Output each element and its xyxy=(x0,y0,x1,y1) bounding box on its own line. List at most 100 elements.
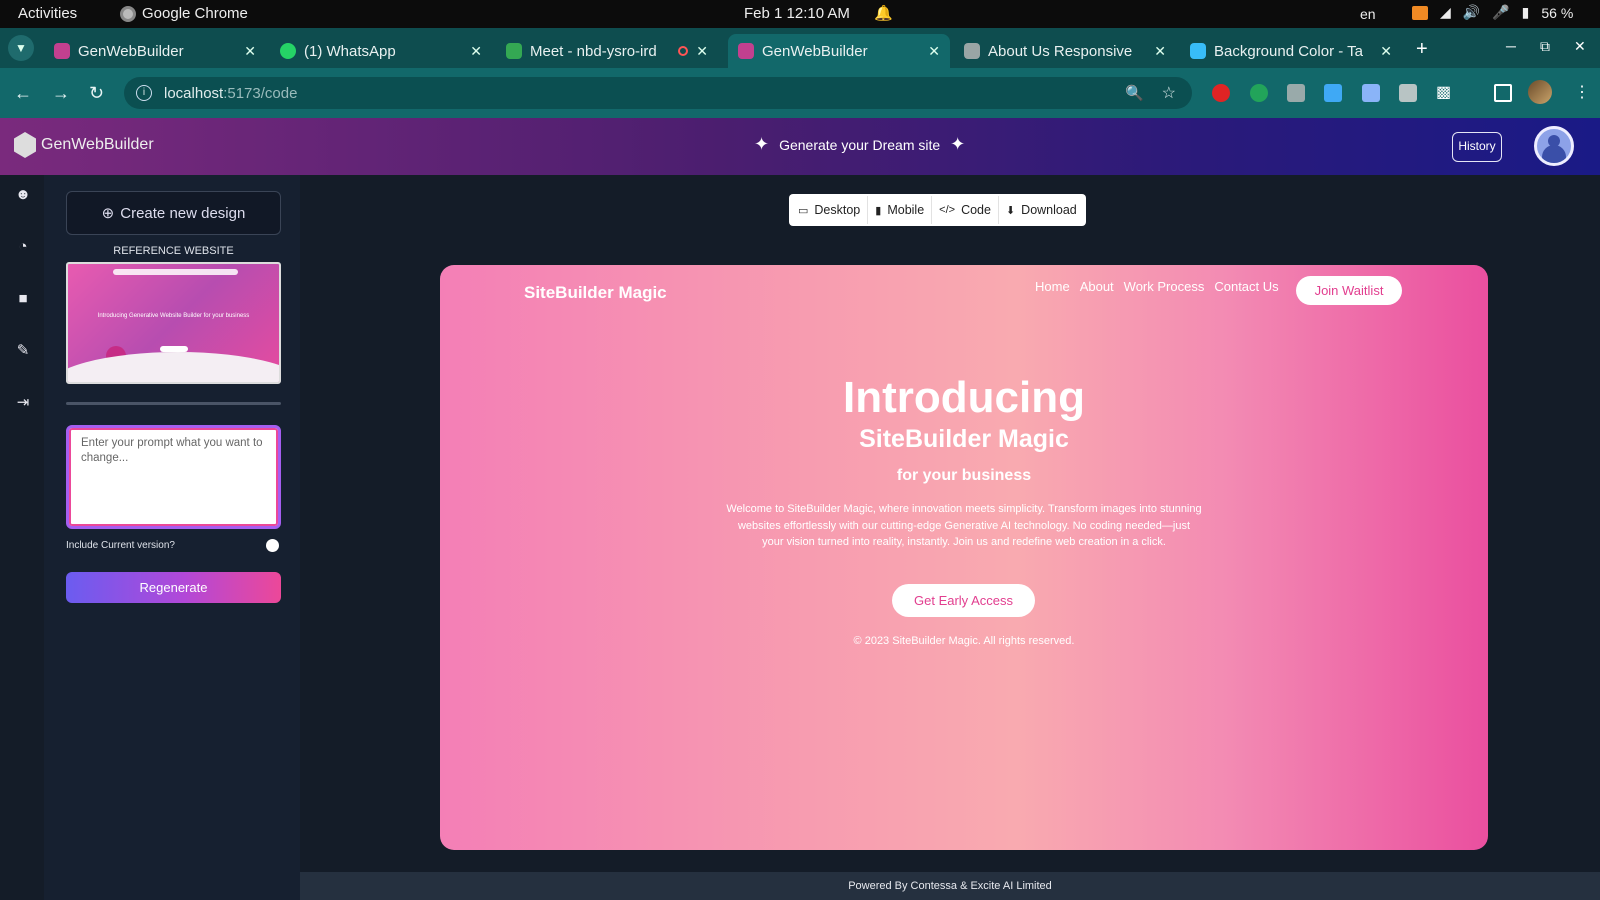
tab-title: (1) WhatsApp xyxy=(304,42,396,60)
tab-close-icon[interactable]: ✕ xyxy=(696,43,708,60)
join-waitlist-button[interactable]: Join Waitlist xyxy=(1296,276,1402,305)
os-top-bar: Activities Google Chrome Feb 1 12:10 AM … xyxy=(0,0,1600,28)
extension-download-icon[interactable] xyxy=(1287,84,1305,102)
chrome-menu-icon[interactable]: ⋮ xyxy=(1574,82,1590,102)
tab-search-chevron-icon[interactable]: ▼ xyxy=(8,35,34,61)
pie-chart-icon[interactable]: ◔ xyxy=(15,239,31,255)
plus-circle-icon: ⊕ xyxy=(101,205,115,222)
url-path: :5173/code xyxy=(223,84,298,102)
address-bar[interactable]: i localhost:5173/code 🔍 ☆ xyxy=(124,77,1192,109)
preview-brand[interactable]: SiteBuilder Magic xyxy=(524,283,667,303)
genwebbuilder-favicon-icon xyxy=(54,43,70,59)
preview-nav-about[interactable]: About xyxy=(1080,279,1114,294)
extensions-puzzle-icon[interactable]: ▩ xyxy=(1436,84,1454,102)
preview-subheading: SiteBuilder Magic xyxy=(859,425,1069,453)
create-label: Create new design xyxy=(120,204,246,222)
zoom-magnifier-icon[interactable]: 🔍 xyxy=(1125,84,1144,102)
browser-tab[interactable]: GenWebBuilder ✕ xyxy=(44,34,266,68)
language-indicator[interactable]: en xyxy=(1360,6,1376,22)
clock[interactable]: Feb 1 12:10 AM xyxy=(744,5,850,22)
volume-icon: 🔊 xyxy=(1462,4,1481,20)
minimize-icon[interactable]: ─ xyxy=(1506,38,1516,54)
browser-toolbar: ← → ↻ i localhost:5173/code 🔍 ☆ ▩ ⋮ xyxy=(0,68,1600,118)
include-current-version-toggle[interactable] xyxy=(266,539,279,552)
genwebbuilder-favicon-icon xyxy=(738,43,754,59)
reference-website-label: REFERENCE WEBSITE xyxy=(113,245,234,257)
reload-icon[interactable]: ↻ xyxy=(89,83,104,104)
preview-nav: Home About Work Process Contact Us xyxy=(1035,279,1279,294)
window-close-icon[interactable]: ✕ xyxy=(1574,38,1586,55)
sparkle-icon: ✦ xyxy=(950,134,966,154)
app-name: GenWebBuilder xyxy=(41,136,154,153)
browser-tab[interactable]: About Us Responsive ✕ xyxy=(954,34,1176,68)
create-new-design-button[interactable]: ⊕ Create new design xyxy=(66,191,281,235)
user-avatar[interactable] xyxy=(1534,126,1574,166)
get-early-access-button[interactable]: Get Early Access xyxy=(892,584,1035,617)
tab-download[interactable]: ⬇ Download xyxy=(999,196,1084,224)
include-current-version-label: Include Current version? xyxy=(66,540,175,551)
extension-blue-icon[interactable] xyxy=(1324,84,1342,102)
prompt-input[interactable]: Enter your prompt what you want to chang… xyxy=(66,425,281,529)
tab-close-icon[interactable]: ✕ xyxy=(1380,43,1392,60)
tab-close-icon[interactable]: ✕ xyxy=(928,43,940,60)
restore-icon[interactable]: ⧉ xyxy=(1540,38,1550,55)
site-info-icon[interactable]: i xyxy=(136,85,152,101)
history-button[interactable]: History xyxy=(1452,132,1502,162)
browser-tab[interactable]: Meet - nbd-ysro-ird ✕ xyxy=(496,34,718,68)
forward-arrow-icon[interactable]: → xyxy=(52,83,70,104)
system-tray[interactable]: ◢ 🔊 🎤 ▮ 56 % xyxy=(1412,4,1573,21)
tab-close-icon[interactable]: ✕ xyxy=(470,43,482,60)
tab-title: About Us Responsive xyxy=(988,42,1133,60)
preview-description: Welcome to SiteBuilder Magic, where inno… xyxy=(726,503,1202,548)
view-mode-tabs: ▭ Desktop ▮ Mobile </> Code ⬇ Download xyxy=(789,194,1086,226)
users-icon[interactable]: ☻ xyxy=(15,187,31,203)
tab-desktop[interactable]: ▭ Desktop xyxy=(791,196,869,224)
notification-bell-icon: 🔔 xyxy=(874,5,893,22)
tab-title: GenWebBuilder xyxy=(78,42,184,60)
genwebbuilder-logo-icon xyxy=(14,132,36,158)
header-tagline: ✦ Generate your Dream site ✦ xyxy=(754,134,965,155)
preview-nav-work-process[interactable]: Work Process xyxy=(1124,279,1205,294)
thumbnail-wave xyxy=(68,352,279,382)
preview-copyright: © 2023 SiteBuilder Magic. All rights res… xyxy=(853,635,1075,647)
browser-tab[interactable]: (1) WhatsApp ✕ xyxy=(270,34,492,68)
preview-tagline: for your business xyxy=(896,467,1032,484)
shopping-bag-icon[interactable]: ■ xyxy=(15,291,31,307)
tab-code[interactable]: </> Code xyxy=(932,196,999,224)
preview-nav-contact-us[interactable]: Contact Us xyxy=(1214,279,1278,294)
thumbnail-heading: Introducing Generative Website Builder f… xyxy=(97,313,250,319)
sparkle-icon: ✦ xyxy=(754,134,770,154)
tab-mobile-label: Mobile xyxy=(887,203,925,217)
preview-workspace: ▭ Desktop ▮ Mobile </> Code ⬇ Download S… xyxy=(300,175,1600,872)
preview-nav-home[interactable]: Home xyxy=(1035,279,1070,294)
tab-close-icon[interactable]: ✕ xyxy=(1154,43,1166,60)
tab-mobile[interactable]: ▮ Mobile xyxy=(868,196,933,224)
preview-heading: Introducing xyxy=(843,373,1085,422)
tab-title: Meet - nbd-ysro-ird xyxy=(530,42,657,60)
back-arrow-icon[interactable]: ← xyxy=(14,83,32,104)
page-favicon-icon xyxy=(964,43,980,59)
edit-icon[interactable]: ✎ xyxy=(15,343,31,359)
extension-camera-icon[interactable] xyxy=(1399,84,1417,102)
wifi-icon: ◢ xyxy=(1440,4,1451,20)
extension-green-icon[interactable] xyxy=(1250,84,1268,102)
microphone-icon: 🎤 xyxy=(1492,4,1510,20)
browser-tab-active[interactable]: GenWebBuilder ✕ xyxy=(728,34,950,68)
active-app-indicator[interactable]: Google Chrome xyxy=(120,5,248,22)
meet-favicon-icon xyxy=(506,43,522,59)
extension-screenshot-icon[interactable] xyxy=(1362,84,1380,102)
reference-website-thumbnail[interactable]: Introducing Generative Website Builder f… xyxy=(66,262,281,384)
recording-icon xyxy=(678,46,689,56)
profile-avatar[interactable] xyxy=(1528,80,1552,104)
regenerate-button[interactable]: Regenerate xyxy=(66,572,281,603)
app-footer: Powered By Contessa & Excite AI Limited xyxy=(300,872,1600,900)
tab-close-icon[interactable]: ✕ xyxy=(244,43,256,60)
side-panel-icon[interactable] xyxy=(1494,84,1512,102)
activities-button[interactable]: Activities xyxy=(18,5,77,22)
new-tab-plus-icon[interactable]: + xyxy=(1416,38,1428,61)
extension-red-icon[interactable] xyxy=(1212,84,1230,102)
browser-tab[interactable]: Background Color - Ta ✕ xyxy=(1180,34,1402,68)
browser-tab-strip: ▼ GenWebBuilder ✕ (1) WhatsApp ✕ Meet - … xyxy=(0,28,1600,68)
bookmark-star-icon[interactable]: ☆ xyxy=(1162,83,1176,103)
logout-icon[interactable]: ⇥ xyxy=(15,395,31,411)
